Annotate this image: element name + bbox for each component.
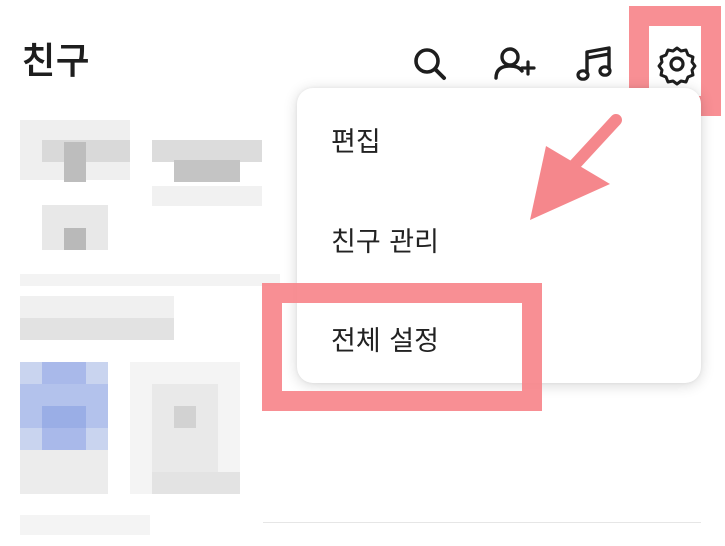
menu-item-manage-friends[interactable]: 친구 관리 — [331, 220, 439, 259]
music-button[interactable] — [572, 40, 620, 88]
list-divider — [263, 522, 701, 523]
add-friend-icon — [494, 47, 536, 80]
page-title: 친구 — [22, 41, 91, 82]
pointer-arrow-icon — [530, 114, 622, 220]
search-button[interactable] — [406, 40, 454, 88]
all-settings-highlight — [262, 283, 542, 411]
music-note-icon — [576, 46, 612, 81]
add-friend-button[interactable] — [490, 40, 538, 88]
menu-item-edit[interactable]: 편집 — [331, 120, 381, 159]
search-icon — [414, 48, 446, 80]
